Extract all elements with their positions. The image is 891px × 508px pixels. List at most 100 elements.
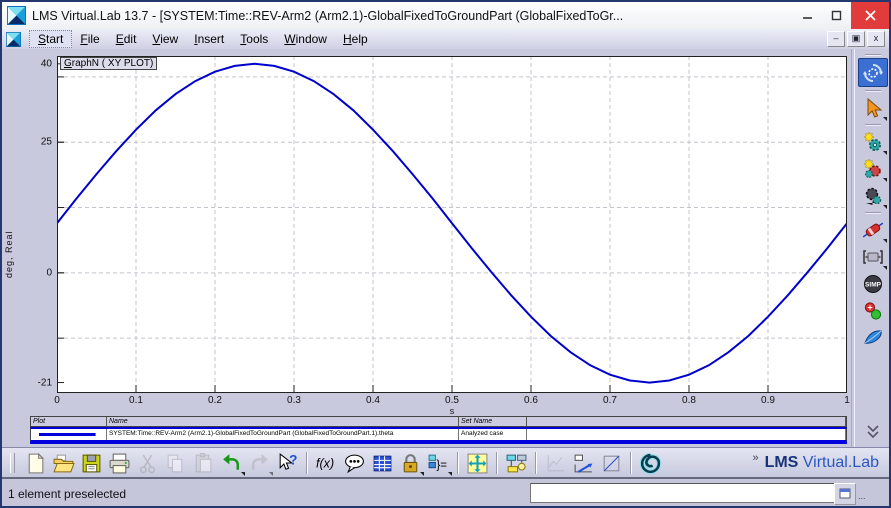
mdi-minimize-button[interactable]: – xyxy=(827,31,845,47)
print-button[interactable] xyxy=(105,450,133,476)
x-tick-label: 0.3 xyxy=(287,395,301,406)
toolbar-drag-handle[interactable] xyxy=(10,453,15,473)
shell-button[interactable] xyxy=(859,324,887,351)
paste-button[interactable] xyxy=(189,450,217,476)
comment-icon xyxy=(344,454,364,473)
joint-icon xyxy=(863,249,883,264)
chart-disabled-button[interactable] xyxy=(541,450,569,476)
damper-icon xyxy=(862,222,884,237)
comment-button[interactable] xyxy=(340,450,368,476)
menu-file[interactable]: File xyxy=(72,31,107,47)
mech-gear-sparkle-icon xyxy=(863,130,881,151)
menu-edit[interactable]: Edit xyxy=(108,31,145,47)
print-icon xyxy=(109,453,129,473)
document-logo-icon xyxy=(6,31,21,47)
menu-view[interactable]: View xyxy=(144,31,186,47)
legend-swatch-cell xyxy=(31,429,107,440)
right-toolbar-overflow-chevron[interactable] xyxy=(859,418,887,445)
status-popup-button[interactable] xyxy=(834,483,856,505)
shell-icon xyxy=(864,329,882,344)
x-tick-label: 0 xyxy=(54,395,60,406)
minimize-button[interactable] xyxy=(793,5,822,27)
legend-table: Plot Name Set Name SYSTEM:Time::REV-Arm2… xyxy=(30,416,847,442)
legend-extra-cell xyxy=(527,429,846,440)
refresh-gear-button[interactable] xyxy=(858,58,888,87)
mech-gear-dark-button[interactable] xyxy=(859,182,887,209)
menu-tools[interactable]: Tools xyxy=(232,31,276,47)
mech-gear-sparkle2-button[interactable] xyxy=(859,155,887,182)
function-icon: f(x) xyxy=(316,456,334,470)
menu-start[interactable]: Start xyxy=(29,30,73,48)
redo-button[interactable] xyxy=(245,450,273,476)
mdi-window-controls: – ▣ x xyxy=(827,31,889,47)
help-cursor-button[interactable]: ? xyxy=(273,450,301,476)
command-input[interactable] xyxy=(530,483,838,503)
chevron-down-icon[interactable] xyxy=(883,117,887,121)
app-window: LMS Virtual.Lab 13.7 - [SYSTEM:Time::REV… xyxy=(0,0,891,508)
formula-set-button[interactable]: }= xyxy=(424,450,452,476)
open-folder-button[interactable] xyxy=(49,450,77,476)
toolbar-separator xyxy=(535,452,536,474)
svg-text:?: ? xyxy=(289,452,297,467)
plot-title-chip[interactable]: GraphN ( XY PLOT) xyxy=(60,57,158,70)
lock-button[interactable] xyxy=(396,450,424,476)
toolbar-separator xyxy=(630,452,631,474)
workspace-right-divider xyxy=(851,49,855,447)
legend-header-setname: Set Name xyxy=(459,417,527,426)
swirl-icon xyxy=(639,452,661,474)
joint-button[interactable] xyxy=(859,243,887,270)
lock-icon xyxy=(403,453,417,472)
undo-icon xyxy=(222,453,239,470)
plot-canvas[interactable]: GraphN ( XY PLOT) xyxy=(57,56,847,393)
diagram-bulb-button[interactable] xyxy=(502,450,530,476)
close-button[interactable] xyxy=(851,2,889,29)
help-cursor-icon: ? xyxy=(279,452,297,470)
function-button[interactable]: f(x) xyxy=(312,450,340,476)
legend-curve-row[interactable]: SYSTEM:Time::REV-Arm2 (Arm2.1)-GlobalFix… xyxy=(30,427,847,442)
toolbar-separator xyxy=(496,452,497,474)
toolbar-overflow-chevron[interactable]: » xyxy=(752,452,758,464)
damper-button[interactable] xyxy=(859,216,887,243)
new-document-button[interactable] xyxy=(21,450,49,476)
chevron-down-icon[interactable] xyxy=(448,472,452,476)
chevron-down-icon[interactable] xyxy=(883,205,887,209)
mdi-close-button[interactable]: x xyxy=(867,31,885,47)
x-tick-label: 0.7 xyxy=(603,395,617,406)
mech-gear-sparkle-button[interactable] xyxy=(859,128,887,155)
simp-button[interactable]: SIMP xyxy=(859,270,887,297)
undo-button[interactable] xyxy=(217,450,245,476)
window-title: LMS Virtual.Lab 13.7 - [SYSTEM:Time::REV… xyxy=(32,8,624,23)
menu-window[interactable]: Window xyxy=(276,31,335,47)
spheres-button[interactable] xyxy=(859,297,887,324)
diagram-bulb-icon xyxy=(506,454,526,472)
maximize-button[interactable] xyxy=(822,5,851,27)
title-bar: LMS Virtual.Lab 13.7 - [SYSTEM:Time::REV… xyxy=(2,2,889,29)
x-tick-label: 0.4 xyxy=(366,395,380,406)
swirl-button[interactable] xyxy=(636,450,664,476)
mdi-restore-button[interactable]: ▣ xyxy=(847,31,865,47)
x-tick-label: 0.9 xyxy=(761,395,775,406)
y-axis-title: deg, Real xyxy=(4,230,14,278)
save-button[interactable] xyxy=(77,450,105,476)
status-more-button[interactable]: ... xyxy=(858,491,866,501)
svg-text:}=: }= xyxy=(436,459,447,471)
menu-help[interactable]: Help xyxy=(335,31,376,47)
app-logo-icon xyxy=(7,6,26,25)
toolbar-separator xyxy=(457,452,458,474)
mech-gear-sparkle2-icon xyxy=(863,157,881,178)
legend-header-name: Name xyxy=(107,417,459,426)
x-tick-label: 0.2 xyxy=(208,395,222,406)
copy-button[interactable] xyxy=(161,450,189,476)
legend-header-plot: Plot xyxy=(31,417,107,426)
y-tick-label: 40 xyxy=(40,58,52,70)
new-window-button[interactable] xyxy=(597,450,625,476)
chart-update-button[interactable] xyxy=(569,450,597,476)
refresh-gear-icon xyxy=(862,63,884,82)
fit-view-button[interactable] xyxy=(463,450,491,476)
select-cursor-button[interactable] xyxy=(859,94,887,121)
cut-button[interactable] xyxy=(133,450,161,476)
legend-setname-cell: Analyzed case xyxy=(459,429,527,440)
select-cursor-icon xyxy=(867,97,883,118)
grid-button[interactable] xyxy=(368,450,396,476)
menu-insert[interactable]: Insert xyxy=(186,31,232,47)
